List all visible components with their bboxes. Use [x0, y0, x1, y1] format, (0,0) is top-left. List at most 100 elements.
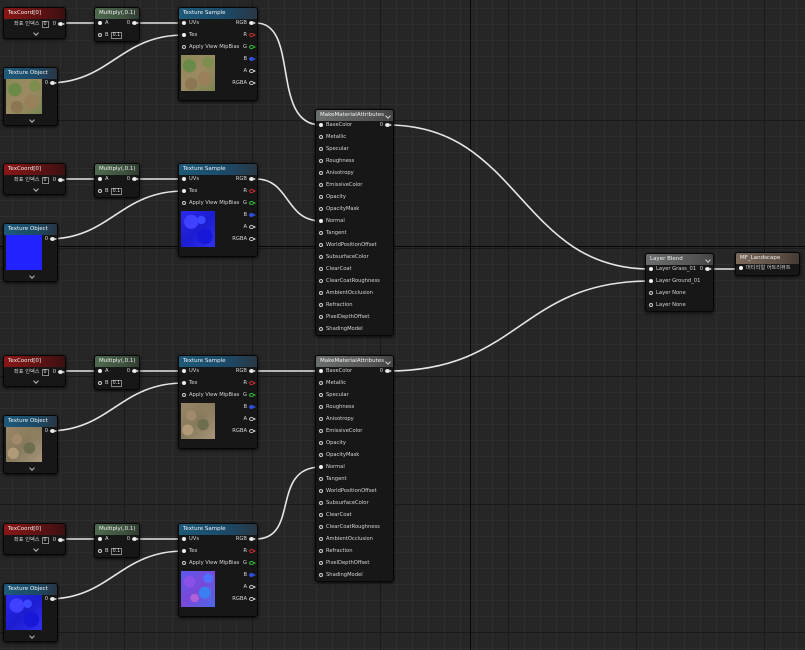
input-pin-row[interactable]: BaseColor	[319, 368, 352, 375]
multiply-b-value[interactable]: 0.1	[110, 188, 123, 195]
expand-chevron-icon[interactable]	[29, 117, 35, 123]
input-pin-row[interactable]: Metallic	[319, 380, 346, 387]
input-pin-row[interactable]: Roughness	[319, 158, 354, 165]
texture-mipbias-pin[interactable]	[182, 200, 186, 205]
input-pin-row[interactable]: Refraction	[319, 548, 353, 555]
make-material-output-pin[interactable]	[385, 122, 392, 127]
collapse-chevron-icon[interactable]	[385, 113, 391, 119]
multiply-node[interactable]: Multiply(,0.1) A 0 B 0.1	[94, 355, 140, 390]
texture-tex-pin[interactable]	[182, 548, 186, 553]
input-pin-row[interactable]: Specular	[319, 146, 349, 153]
output-rgba-pin[interactable]	[249, 428, 256, 433]
expand-chevron-icon[interactable]	[33, 546, 39, 552]
material-attributes-input-pin[interactable]	[739, 265, 743, 270]
input-pin-row[interactable]: ClearCoat	[319, 266, 352, 273]
output-r-pin[interactable]	[249, 548, 256, 553]
output-b-pin[interactable]	[249, 212, 256, 217]
multiply-b-value[interactable]: 0.1	[110, 32, 123, 39]
expand-chevron-icon[interactable]	[33, 378, 39, 384]
texcoord-node[interactable]: TexCoord[0] 좌표 인덱스 0 0	[3, 163, 66, 195]
input-pin[interactable]	[319, 548, 323, 553]
texture-object-node[interactable]: Texture Object 0	[3, 67, 58, 126]
input-pin[interactable]	[319, 218, 323, 223]
multiply-input-b-pin[interactable]	[98, 548, 102, 553]
texture-sample-node[interactable]: Texture Sample UVs Tex Apply View MipBia…	[178, 355, 258, 449]
multiply-node-title[interactable]: Multiply(,0.1)	[95, 8, 139, 19]
input-pin[interactable]	[319, 182, 323, 187]
texcoord-node-title[interactable]: TexCoord[0]	[4, 8, 65, 19]
input-pin-row[interactable]: EmissiveColor	[319, 182, 362, 189]
texture-object-output-pin[interactable]	[50, 80, 57, 85]
input-pin[interactable]	[319, 170, 323, 175]
input-pin[interactable]	[319, 134, 323, 139]
input-pin-row[interactable]: BaseColor	[319, 122, 352, 129]
texture-mipbias-pin[interactable]	[182, 44, 186, 49]
input-pin-row[interactable]: Anisotropy	[319, 416, 354, 423]
input-pin[interactable]	[319, 206, 323, 211]
texture-tex-pin[interactable]	[182, 188, 186, 193]
input-pin-row[interactable]: AmbientOcclusion	[319, 290, 373, 297]
multiply-input-a-pin[interactable]	[98, 368, 102, 373]
multiply-output-pin[interactable]	[132, 536, 139, 541]
texcoord-index-input[interactable]: 0	[41, 369, 49, 376]
input-pin-row[interactable]: Opacity	[319, 440, 346, 447]
texcoord-index-input[interactable]: 0	[41, 21, 49, 28]
input-pin-row[interactable]: OpacityMask	[319, 206, 359, 213]
input-pin[interactable]	[319, 302, 323, 307]
input-pin[interactable]	[319, 242, 323, 247]
input-pin-row[interactable]: SubsurfaceColor	[319, 500, 369, 507]
texture-sample-node[interactable]: Texture Sample UVs Tex Apply View MipBia…	[178, 523, 258, 617]
texture-sample-node-title[interactable]: Texture Sample	[179, 356, 257, 367]
expand-chevron-icon[interactable]	[29, 633, 35, 639]
input-pin-row[interactable]: WorldPositionOffset	[319, 242, 377, 249]
texture-object-output-pin[interactable]	[50, 236, 57, 241]
texture-sample-node[interactable]: Texture Sample UVs Tex Apply View MipBia…	[178, 7, 258, 101]
texture-mipbias-pin[interactable]	[182, 392, 186, 397]
texture-uvs-pin[interactable]	[182, 536, 186, 541]
input-pin[interactable]	[319, 314, 323, 319]
output-r-pin[interactable]	[249, 380, 256, 385]
input-pin-row[interactable]: WorldPositionOffset	[319, 488, 377, 495]
input-pin-row[interactable]: PixelDepthOffset	[319, 560, 369, 567]
texture-sample-node-title[interactable]: Texture Sample	[179, 524, 257, 535]
layer-blend-node[interactable]: Layer Blend 0 Layer Grass_01 Layer Groun…	[645, 253, 714, 312]
texture-object-output-pin[interactable]	[50, 428, 57, 433]
input-pin[interactable]	[319, 254, 323, 259]
multiply-node-title[interactable]: Multiply(,0.1)	[95, 356, 139, 367]
texcoord-node[interactable]: TexCoord[0] 좌표 인덱스 0 0	[3, 7, 66, 39]
input-pin-row[interactable]: SubsurfaceColor	[319, 254, 369, 261]
output-a-pin[interactable]	[249, 68, 256, 73]
input-pin[interactable]	[319, 464, 323, 469]
input-pin-row[interactable]: ClearCoat	[319, 512, 352, 519]
layer-pin-row[interactable]: Layer Ground_01	[649, 278, 700, 285]
multiply-input-b-pin[interactable]	[98, 32, 102, 37]
texcoord-index-input[interactable]: 0	[41, 177, 49, 184]
multiply-node-title[interactable]: Multiply(,0.1)	[95, 524, 139, 535]
output-r-pin[interactable]	[249, 188, 256, 193]
input-pin[interactable]	[319, 524, 323, 529]
texcoord-node[interactable]: TexCoord[0] 좌표 인덱스 0 0	[3, 523, 66, 555]
multiply-node[interactable]: Multiply(,0.1) A 0 B 0.1	[94, 523, 140, 558]
input-pin[interactable]	[319, 488, 323, 493]
layer-input-pin[interactable]	[649, 302, 653, 307]
multiply-input-a-pin[interactable]	[98, 176, 102, 181]
output-rgb-pin[interactable]	[249, 176, 256, 181]
layer-pin-row[interactable]: Layer None	[649, 290, 686, 297]
output-b-pin[interactable]	[249, 404, 256, 409]
make-material-attributes-node[interactable]: MakeMaterialAttributes 0 BaseColor Metal…	[315, 355, 394, 582]
multiply-b-value[interactable]: 0.1	[110, 380, 123, 387]
input-pin-row[interactable]: ClearCoatRoughness	[319, 524, 380, 531]
output-a-pin[interactable]	[249, 224, 256, 229]
collapse-chevron-icon[interactable]	[705, 257, 711, 263]
input-pin[interactable]	[319, 500, 323, 505]
texture-tex-pin[interactable]	[182, 380, 186, 385]
layer-input-pin[interactable]	[649, 290, 653, 295]
layer-input-pin[interactable]	[649, 278, 653, 283]
texture-object-node[interactable]: Texture Object 0	[3, 583, 58, 642]
input-pin[interactable]	[319, 416, 323, 421]
output-g-pin[interactable]	[249, 392, 256, 397]
output-rgb-pin[interactable]	[249, 368, 256, 373]
multiply-node[interactable]: Multiply(,0.1) A 0 B 0.1	[94, 7, 140, 42]
output-rgba-pin[interactable]	[249, 80, 256, 85]
input-pin-row[interactable]: Specular	[319, 392, 349, 399]
